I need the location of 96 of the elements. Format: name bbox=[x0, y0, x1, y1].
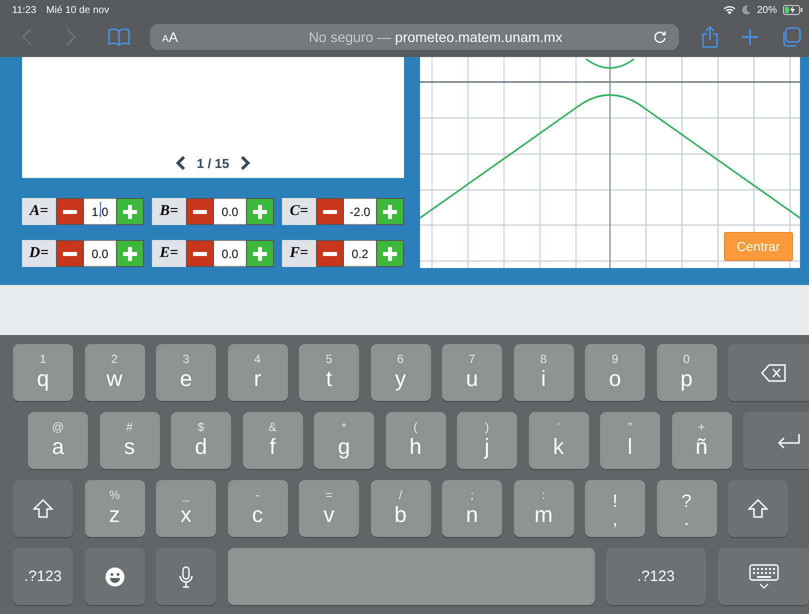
emoji-key[interactable] bbox=[84, 548, 144, 605]
shift-key[interactable] bbox=[13, 480, 73, 537]
backspace-icon bbox=[761, 364, 787, 382]
punctuation-key[interactable]: ? . bbox=[656, 480, 716, 537]
letter-key[interactable]: 4 r bbox=[228, 344, 288, 401]
minus-icon bbox=[323, 252, 337, 256]
letter-key[interactable]: 6 y bbox=[370, 344, 430, 401]
address-text: No seguro — prometeo.matem.unam.mx bbox=[308, 28, 562, 44]
parameter-label: D= bbox=[22, 240, 56, 267]
status-date: Mié 10 de nov bbox=[46, 4, 110, 16]
letter-key[interactable]: # s bbox=[100, 412, 160, 469]
numbers-key[interactable]: .?123 bbox=[606, 548, 706, 605]
minus-icon bbox=[193, 210, 207, 214]
letter-key[interactable]: ’ k bbox=[528, 412, 588, 469]
letter-key[interactable]: 7 u bbox=[442, 344, 502, 401]
letter-key[interactable]: ( h bbox=[386, 412, 446, 469]
value-field[interactable]: 0.0 bbox=[214, 198, 246, 225]
parameter-label: B= bbox=[152, 198, 186, 225]
letter-key[interactable]: 1 q bbox=[13, 344, 73, 401]
decrement-button[interactable] bbox=[186, 198, 214, 225]
microphone-key[interactable] bbox=[156, 548, 216, 605]
curve-branch bbox=[586, 58, 634, 69]
reload-icon[interactable] bbox=[653, 30, 668, 44]
return-key[interactable] bbox=[743, 412, 809, 469]
letter-key[interactable]: @ a bbox=[28, 412, 88, 469]
increment-button[interactable] bbox=[116, 240, 144, 267]
microphone-icon bbox=[179, 566, 193, 588]
letter-key[interactable]: 8 i bbox=[514, 344, 574, 401]
decrement-button[interactable] bbox=[56, 240, 84, 267]
hide-keyboard-key[interactable] bbox=[718, 548, 809, 605]
plus-icon bbox=[253, 246, 267, 260]
plus-icon bbox=[123, 246, 137, 260]
letter-key[interactable]: 2 w bbox=[84, 344, 144, 401]
letter-key[interactable]: / b bbox=[370, 480, 430, 537]
center-button[interactable]: Centrar bbox=[724, 232, 793, 261]
letter-key[interactable]: 3 e bbox=[156, 344, 216, 401]
minus-icon bbox=[193, 252, 207, 256]
decrement-button[interactable] bbox=[56, 198, 84, 225]
decrement-button[interactable] bbox=[316, 240, 344, 267]
letter-key[interactable]: 9 o bbox=[585, 344, 645, 401]
letter-key[interactable]: : m bbox=[514, 480, 574, 537]
plus-icon bbox=[253, 204, 267, 218]
letter-key[interactable]: = v bbox=[299, 480, 359, 537]
parameter-label: F= bbox=[282, 240, 316, 267]
status-time: 11:23 bbox=[12, 4, 36, 16]
parameter-label: E= bbox=[152, 240, 186, 267]
backspace-key[interactable] bbox=[728, 344, 809, 401]
letter-key[interactable]: * g bbox=[314, 412, 374, 469]
parameter-label: A= bbox=[22, 198, 56, 225]
letter-key[interactable]: ; n bbox=[442, 480, 502, 537]
increment-button[interactable] bbox=[246, 198, 274, 225]
plus-icon bbox=[383, 204, 397, 218]
battery-icon bbox=[783, 5, 803, 15]
page-indicator: 1 / 15 bbox=[196, 156, 230, 170]
increment-button[interactable] bbox=[246, 240, 274, 267]
letter-key[interactable]: 5 t bbox=[299, 344, 359, 401]
letter-key[interactable]: ) j bbox=[457, 412, 517, 469]
punctuation-key[interactable]: ! , bbox=[585, 480, 645, 537]
plus-icon bbox=[383, 246, 397, 260]
shift-icon bbox=[33, 498, 53, 518]
minus-icon bbox=[63, 210, 77, 214]
next-icon[interactable] bbox=[239, 155, 252, 171]
letter-key[interactable]: - c bbox=[228, 480, 288, 537]
wifi-icon bbox=[722, 5, 736, 15]
letter-key[interactable]: & f bbox=[242, 412, 302, 469]
address-field[interactable]: AA No seguro — prometeo.matem.unam.mx bbox=[150, 24, 679, 50]
value-field[interactable]: 0.2 bbox=[344, 240, 376, 267]
decrement-button[interactable] bbox=[186, 240, 214, 267]
plus-icon bbox=[123, 204, 137, 218]
emoji-icon bbox=[104, 566, 124, 586]
text-size-button[interactable]: AA bbox=[162, 28, 178, 44]
shift-key[interactable] bbox=[728, 480, 788, 537]
function-graph[interactable]: Centrar bbox=[420, 57, 800, 268]
letter-key[interactable]: 0 p bbox=[656, 344, 716, 401]
previous-icon[interactable] bbox=[174, 155, 187, 171]
minus-icon bbox=[323, 210, 337, 214]
increment-button[interactable] bbox=[376, 198, 404, 225]
increment-button[interactable] bbox=[376, 240, 404, 267]
moon-icon bbox=[742, 5, 751, 15]
increment-button[interactable] bbox=[116, 198, 144, 225]
letter-key[interactable]: % z bbox=[84, 480, 144, 537]
value-field[interactable]: -2.0 bbox=[344, 198, 376, 225]
shift-icon bbox=[748, 498, 768, 518]
numbers-key[interactable]: .?123 bbox=[13, 548, 73, 605]
battery-percentage: 20% bbox=[756, 4, 777, 16]
letter-key[interactable]: _ x bbox=[156, 480, 216, 537]
value-field[interactable]: 0.0 bbox=[84, 240, 116, 267]
letter-key[interactable]: ” l bbox=[600, 412, 660, 469]
letter-key[interactable]: $ d bbox=[171, 412, 231, 469]
minus-icon bbox=[63, 252, 77, 256]
value-field[interactable]: 0.0 bbox=[214, 240, 246, 267]
parameter-label: C= bbox=[282, 198, 316, 225]
decrement-button[interactable] bbox=[316, 198, 344, 225]
return-icon bbox=[776, 432, 802, 448]
keyboard-icon bbox=[748, 564, 778, 590]
letter-key[interactable]: + ñ bbox=[672, 412, 732, 469]
